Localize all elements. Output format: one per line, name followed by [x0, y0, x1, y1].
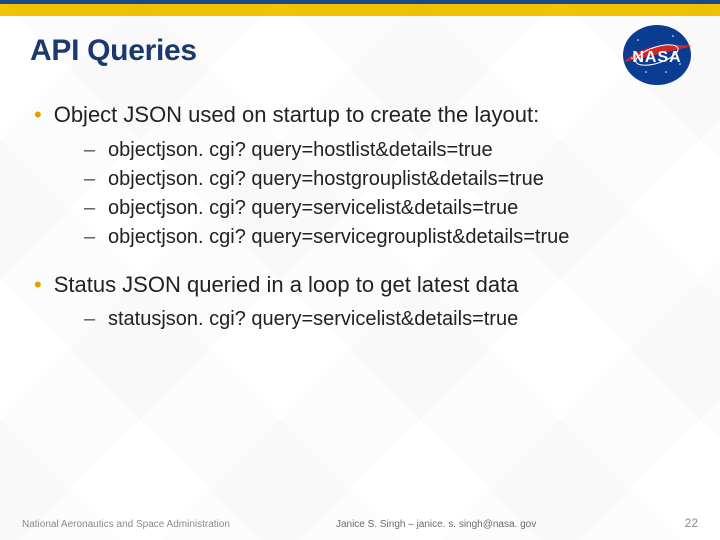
sub-item: – objectjson. cgi? query=servicegrouplis…	[84, 223, 686, 252]
sub-item-text: objectjson. cgi? query=servicelist&detai…	[108, 194, 518, 223]
sub-item: – objectjson. cgi? query=servicelist&det…	[84, 194, 686, 223]
footer-org: National Aeronautics and Space Administr…	[22, 519, 230, 530]
dash-icon: –	[84, 165, 98, 194]
content-area: • Object JSON used on startup to create …	[0, 78, 720, 334]
sub-item: – objectjson. cgi? query=hostlist&detail…	[84, 136, 686, 165]
bullet-text: Object JSON used on startup to create th…	[54, 100, 539, 130]
sub-item-text: objectjson. cgi? query=hostlist&details=…	[108, 136, 493, 165]
sub-list: – objectjson. cgi? query=hostlist&detail…	[84, 136, 686, 252]
footer-author: Janice S. Singh – janice. s. singh@nasa.…	[336, 519, 536, 530]
dash-icon: –	[84, 223, 98, 252]
dash-icon: –	[84, 194, 98, 223]
sub-item: – statusjson. cgi? query=servicelist&det…	[84, 305, 686, 334]
svg-text:NASA: NASA	[632, 49, 681, 66]
bullet-item: • Object JSON used on startup to create …	[34, 100, 686, 130]
gold-bar	[0, 4, 720, 16]
bullet-dot-icon: •	[34, 270, 42, 300]
bullet-text: Status JSON queried in a loop to get lat…	[54, 270, 519, 300]
bullet-item: • Status JSON queried in a loop to get l…	[34, 270, 686, 300]
page-number: 22	[685, 516, 698, 530]
sub-item-text: statusjson. cgi? query=servicelist&detai…	[108, 305, 518, 334]
page-title: API Queries	[30, 34, 690, 68]
sub-item-text: objectjson. cgi? query=servicegrouplist&…	[108, 223, 569, 252]
bullet-dot-icon: •	[34, 100, 42, 130]
header: API Queries NASA	[0, 16, 720, 78]
slide: API Queries NASA • Object JSON used on s…	[0, 0, 720, 540]
sub-list: – statusjson. cgi? query=servicelist&det…	[84, 305, 686, 334]
dash-icon: –	[84, 305, 98, 334]
dash-icon: –	[84, 136, 98, 165]
sub-item: – objectjson. cgi? query=hostgrouplist&d…	[84, 165, 686, 194]
footer: National Aeronautics and Space Administr…	[0, 504, 720, 540]
sub-item-text: objectjson. cgi? query=hostgrouplist&det…	[108, 165, 544, 194]
